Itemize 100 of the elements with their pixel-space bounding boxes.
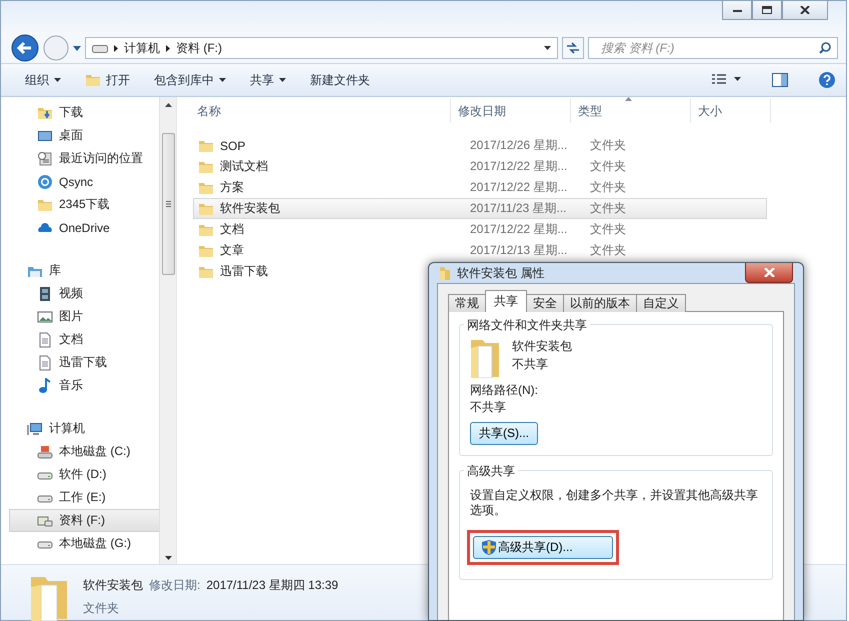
breadcrumb-arrow-icon[interactable] — [114, 44, 118, 52]
navigation-item[interactable]: 下载 — [1, 101, 159, 124]
navigation-item[interactable]: 软件 (D:) — [1, 463, 159, 486]
date-cell-text: 2017/11/23 星期... — [469, 200, 568, 217]
date-cell-text: 2017/12/13 星期... — [469, 242, 568, 259]
share-status: 不共享 — [512, 356, 549, 373]
refresh-button[interactable] — [562, 37, 584, 59]
file-row[interactable]: 方案 2017/12/22 星期... 文件夹 — [193, 177, 637, 198]
navigation-item[interactable]: OneDrive — [1, 216, 159, 239]
breadcrumb-item[interactable]: 计算机 — [124, 40, 160, 56]
close-icon — [764, 268, 774, 277]
column-header[interactable]: 名称 — [177, 99, 451, 123]
toolbar-button[interactable]: 共享 — [242, 68, 294, 92]
picture-icon — [37, 308, 53, 324]
caret-icon — [279, 78, 286, 82]
close-button[interactable] — [745, 263, 793, 283]
type-cell-text: 文件夹 — [589, 221, 627, 238]
toolbar-button[interactable]: 包含到库中 — [146, 68, 234, 92]
date-cell-text: 2017/12/22 星期... — [469, 221, 568, 238]
date-value: 2017/11/23 星期四 13:39 — [206, 577, 338, 594]
shield-icon — [482, 540, 496, 555]
network-path-label: 网络路径(N): — [470, 382, 539, 399]
view-list-icon[interactable] — [712, 74, 744, 86]
file-name: 方案 — [220, 179, 244, 196]
group-title: 网络文件和文件夹共享 — [464, 317, 590, 334]
tab[interactable]: 安全 — [526, 294, 564, 312]
search-field[interactable]: 搜索 资料 (F:) — [599, 40, 803, 56]
scroll-down-icon — [164, 556, 172, 560]
search-box[interactable]: 搜索 资料 (F:) — [588, 37, 838, 59]
navigation-item[interactable]: 音乐 — [1, 374, 159, 397]
navigation-item[interactable]: 本地磁盘 (G:) — [1, 532, 159, 555]
navigation-item[interactable]: 文档 — [1, 328, 159, 351]
file-row[interactable]: 文章 2017/12/13 星期... 文件夹 — [193, 240, 637, 261]
file-name: SOP — [220, 138, 246, 152]
grip-icon — [166, 201, 170, 207]
document-icon — [37, 354, 53, 370]
file-row[interactable]: 迅雷下载 — [193, 261, 269, 282]
toolbar-button[interactable]: 打开 — [77, 68, 138, 92]
help-icon[interactable] — [818, 71, 836, 89]
share-button[interactable]: 共享(S)... — [470, 422, 538, 445]
navigation-item[interactable]: 最近访问的位置 — [1, 147, 159, 170]
dialog-title: 软件安装包 属性 — [457, 264, 544, 282]
folder-name: 软件安装包 — [512, 338, 572, 355]
column-header[interactable]: 类型 — [571, 99, 691, 123]
scroll-up-icon — [164, 103, 172, 107]
column-header[interactable]: 大小 — [691, 99, 771, 123]
preview-pane-icon[interactable] — [772, 73, 788, 87]
file-row[interactable]: 软件安装包 2017/11/23 星期... 文件夹 — [193, 198, 767, 219]
tab[interactable]: 自定义 — [636, 294, 686, 312]
file-name: 测试文档 — [220, 158, 268, 175]
date-cell-text: 2017/12/22 星期... — [469, 158, 568, 175]
breadcrumb-item[interactable]: 资料 (F:) — [176, 40, 222, 56]
navigation-item[interactable]: 工作 (E:) — [1, 486, 159, 509]
recent-places-icon — [37, 150, 53, 166]
tab[interactable]: 共享 — [485, 290, 527, 312]
file-row[interactable]: 文档 2017/12/22 星期... 文件夹 — [193, 219, 637, 240]
navigation-item[interactable]: 资料 (F:) — [9, 509, 159, 532]
advanced-sharing-button[interactable]: 高级共享(D)... — [473, 536, 613, 559]
folder-icon — [470, 338, 500, 378]
history-dropdown-icon[interactable] — [73, 46, 81, 50]
folder-icon — [439, 265, 451, 281]
navigation-item[interactable]: 库 — [1, 259, 159, 282]
group-title: 高级共享 — [464, 463, 518, 480]
navigation-item[interactable]: Qsync — [1, 170, 159, 193]
maximize-icon — [762, 6, 772, 14]
navigation-item[interactable]: 桌面 — [1, 124, 159, 147]
column-header[interactable]: 修改日期 — [451, 99, 571, 123]
toolbar-button[interactable]: 新建文件夹 — [302, 68, 378, 92]
file-name: 迅雷下载 — [220, 263, 268, 280]
address-bar[interactable]: 计算机 资料 (F:) — [85, 37, 558, 59]
file-row[interactable]: SOP 2017/12/26 星期... 文件夹 — [193, 135, 637, 156]
type-cell-text: 文件夹 — [589, 137, 627, 154]
caret-icon — [219, 78, 226, 82]
navigation-item[interactable]: 2345下载 — [1, 193, 159, 216]
type-cell-text: 文件夹 — [589, 179, 627, 196]
navigation-item[interactable]: 本地磁盘 (C:) — [1, 440, 159, 463]
sync-icon — [37, 174, 53, 190]
back-button[interactable] — [11, 34, 39, 62]
minimize-button[interactable] — [722, 1, 752, 20]
file-row[interactable]: 测试文档 2017/12/22 星期... 文件夹 — [193, 156, 637, 177]
tab[interactable]: 常规 — [448, 294, 486, 312]
caret-icon — [54, 78, 61, 82]
navigation-item[interactable]: 视频 — [1, 282, 159, 305]
close-button[interactable] — [782, 1, 828, 20]
navigation-item[interactable]: 迅雷下载 — [1, 351, 159, 374]
drive-icon — [92, 43, 108, 53]
tab[interactable]: 以前的版本 — [563, 294, 637, 312]
navigation-item[interactable]: 图片 — [1, 305, 159, 328]
maximize-button[interactable] — [752, 1, 782, 20]
navigation-item[interactable]: 计算机 — [1, 417, 159, 440]
selected-item-name: 软件安装包 — [83, 577, 143, 594]
toolbar-button[interactable]: 组织 — [17, 68, 69, 92]
date-cell-text: 2017/12/26 星期... — [469, 137, 568, 154]
description: 设置自定义权限，创建多个共享，并设置其他高级共享选项。 — [470, 488, 759, 518]
scrollbar[interactable] — [159, 97, 176, 564]
date-label: 修改日期: — [149, 577, 200, 594]
dropdown-icon[interactable] — [544, 46, 551, 50]
breadcrumb-arrow-icon[interactable] — [166, 44, 170, 52]
search-icon — [819, 42, 831, 54]
type-cell-text: 文件夹 — [589, 200, 627, 217]
